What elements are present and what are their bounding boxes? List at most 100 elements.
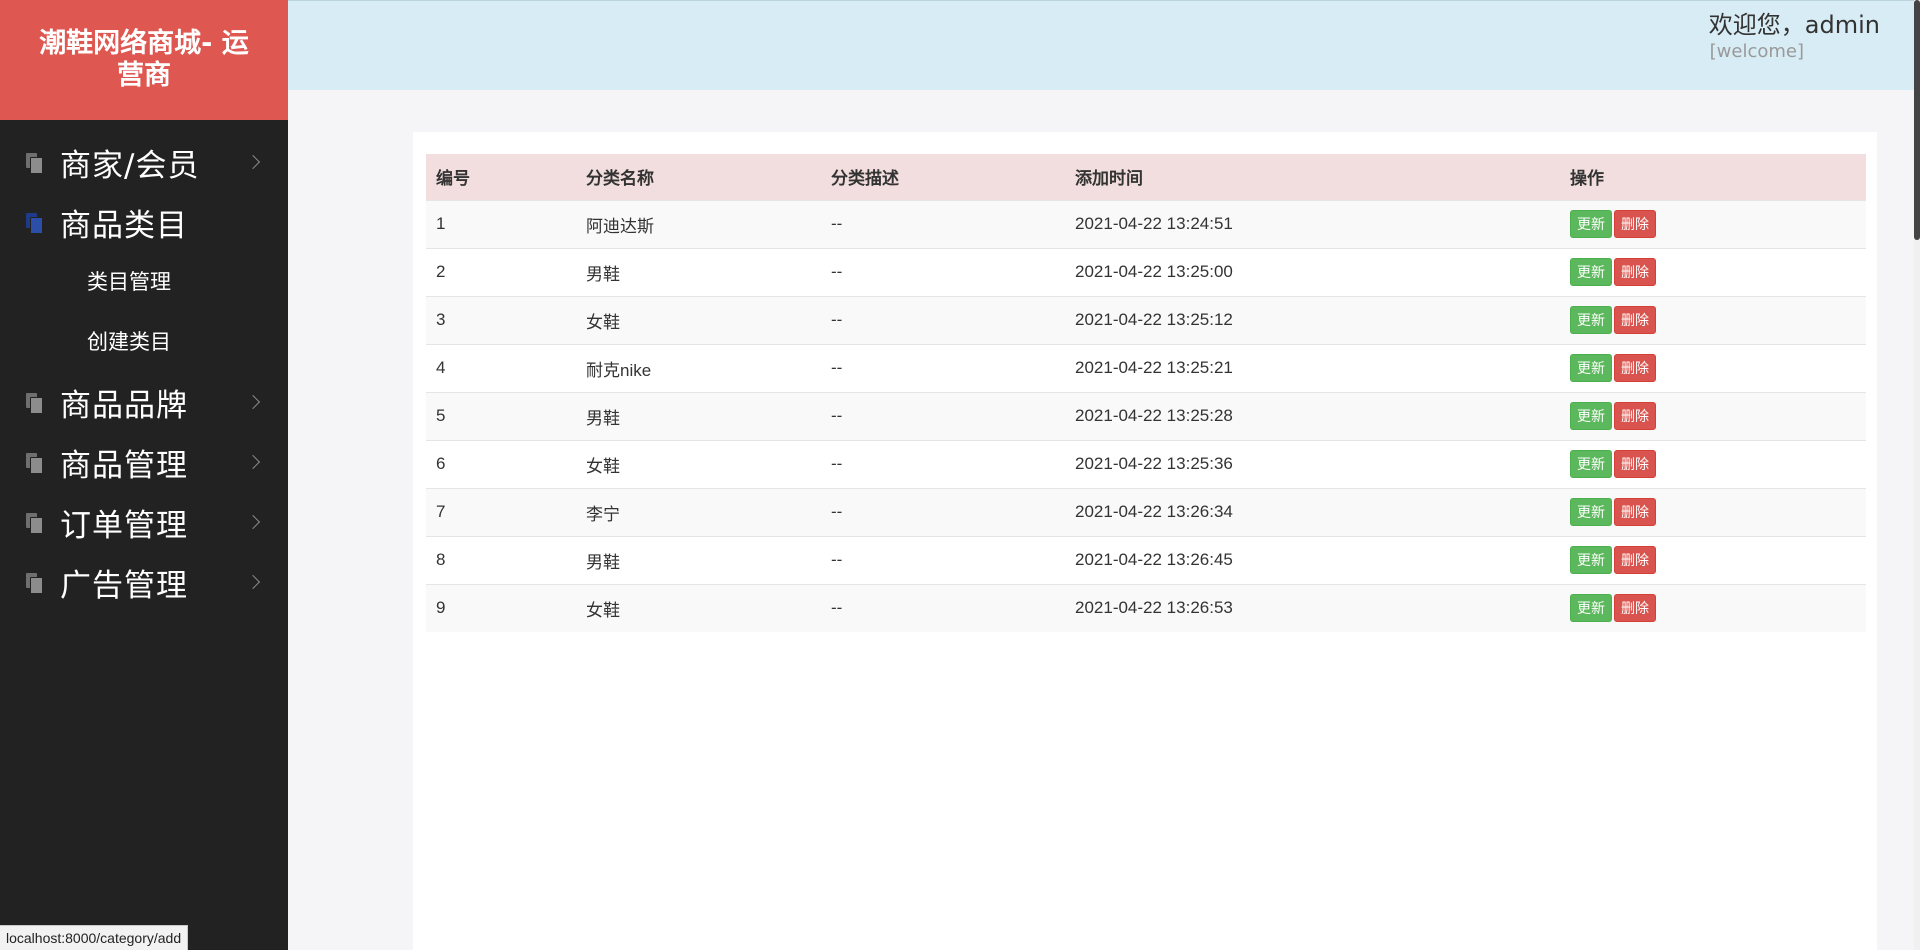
cell-desc: --: [831, 454, 843, 473]
sidebar-item-label: 商品类目: [60, 207, 188, 244]
sidebar-item-category[interactable]: 商品类目: [0, 192, 288, 252]
cell-actions: 更新 删除: [1560, 584, 1866, 632]
delete-button[interactable]: 删除: [1614, 306, 1656, 334]
copy-icon: [24, 451, 44, 474]
cell-id: 6: [436, 454, 446, 473]
update-button[interactable]: 更新: [1570, 594, 1612, 623]
copy-icon: [24, 511, 44, 534]
update-button[interactable]: 更新: [1570, 402, 1612, 430]
cell-id: 2: [436, 262, 446, 281]
column-header-name: 分类名称: [586, 169, 654, 189]
update-button[interactable]: 更新: [1570, 354, 1612, 382]
chevron-right-icon: [245, 514, 261, 530]
sidebar-item-brand[interactable]: 商品品牌: [0, 372, 288, 432]
copy-icon: [24, 151, 44, 174]
sidebar-item-label: 订单管理: [60, 507, 188, 544]
update-button[interactable]: 更新: [1570, 258, 1612, 286]
delete-button[interactable]: 删除: [1614, 546, 1656, 574]
cell-desc: --: [831, 214, 843, 233]
update-button[interactable]: 更新: [1570, 306, 1612, 334]
cell-desc: --: [831, 310, 843, 329]
chevron-right-icon: [245, 154, 261, 170]
top-header: 欢迎您，admin [welcome]: [288, 0, 1920, 90]
delete-button[interactable]: 删除: [1614, 258, 1656, 286]
sidebar-item-label: 商家/会员: [60, 147, 200, 184]
cell-time: 2021-04-22 13:25:36: [1075, 454, 1233, 473]
delete-button[interactable]: 删除: [1614, 210, 1656, 238]
status-bar-url: localhost:8000/category/add: [0, 925, 189, 950]
cell-actions: 更新 删除: [1560, 488, 1866, 536]
cell-actions: 更新 删除: [1560, 200, 1866, 248]
sidebar-item-ads[interactable]: 广告管理: [0, 552, 288, 612]
sidebar-subitem-category-manage[interactable]: 类目管理: [0, 252, 288, 312]
cell-desc: --: [831, 598, 843, 618]
category-table: 编号 分类名称 分类描述 添加时间 操作 1 阿迪达斯 -- 2021-04-22 1…: [426, 154, 1866, 632]
brand-title[interactable]: 潮鞋网络商城- 运营商: [0, 0, 288, 120]
copy-icon: [24, 391, 44, 414]
cell-id: 8: [436, 550, 446, 569]
table-row: 6 女鞋 -- 2021-04-22 13:25:36 更新 删除: [426, 440, 1866, 488]
cell-id: 7: [436, 502, 446, 521]
cell-id: 3: [436, 310, 446, 329]
column-header-id: 编号: [436, 169, 470, 189]
cell-actions: 更新 删除: [1560, 296, 1866, 344]
cell-id: 4: [436, 358, 446, 377]
delete-button[interactable]: 删除: [1614, 402, 1656, 430]
chevron-right-icon: [245, 394, 261, 410]
cell-time: 2021-04-22 13:26:34: [1075, 502, 1233, 521]
welcome-link[interactable]: [welcome]: [1710, 41, 1804, 62]
scrollbar-thumb[interactable]: [1914, 0, 1920, 240]
sidebar-item-orders[interactable]: 订单管理: [0, 492, 288, 552]
sidebar-item-goods[interactable]: 商品管理: [0, 432, 288, 492]
scrollbar[interactable]: [1914, 0, 1920, 950]
cell-time: 2021-04-22 13:26:53: [1075, 598, 1233, 618]
cell-name: 李宁: [586, 504, 620, 524]
delete-button[interactable]: 删除: [1614, 354, 1656, 382]
sidebar: 潮鞋网络商城- 运营商 商家/会员 商品类目 类目管理 创建类目 商品品牌 商品…: [0, 0, 288, 950]
cell-actions: 更新 删除: [1560, 440, 1866, 488]
update-button[interactable]: 更新: [1570, 546, 1612, 574]
cell-name: 男鞋: [586, 408, 620, 428]
copy-icon: [24, 211, 44, 234]
cell-id: 9: [436, 598, 446, 618]
table-header-row: 编号 分类名称 分类描述 添加时间 操作: [426, 154, 1866, 200]
delete-button[interactable]: 删除: [1614, 594, 1656, 623]
table-row: 2 男鞋 -- 2021-04-22 13:25:00 更新 删除: [426, 248, 1866, 296]
copy-icon: [24, 571, 44, 594]
table-row: 4 耐克nike -- 2021-04-22 13:25:21 更新 删除: [426, 344, 1866, 392]
cell-time: 2021-04-22 13:25:12: [1075, 310, 1233, 329]
cell-desc: --: [831, 550, 843, 569]
table-row: 9 女鞋 -- 2021-04-22 13:26:53 更新 删除: [426, 584, 1866, 632]
cell-name: 耐克nike: [586, 360, 652, 380]
cell-actions: 更新 删除: [1560, 344, 1866, 392]
cell-name: 男鞋: [586, 552, 620, 572]
update-button[interactable]: 更新: [1570, 498, 1612, 526]
cell-time: 2021-04-22 13:26:45: [1075, 550, 1233, 569]
chevron-right-icon: [245, 454, 261, 470]
update-button[interactable]: 更新: [1570, 450, 1612, 478]
sidebar-item-label: 广告管理: [60, 567, 188, 604]
cell-name: 阿迪达斯: [586, 216, 654, 236]
column-header-time: 添加时间: [1075, 169, 1143, 189]
cell-time: 2021-04-22 13:24:51: [1075, 214, 1233, 233]
table-row: 7 李宁 -- 2021-04-22 13:26:34 更新 删除: [426, 488, 1866, 536]
cell-desc: --: [831, 262, 843, 281]
delete-button[interactable]: 删除: [1614, 498, 1656, 526]
cell-desc: --: [831, 406, 843, 425]
cell-name: 男鞋: [586, 264, 620, 284]
cell-name: 女鞋: [586, 456, 620, 476]
cell-id: 5: [436, 406, 446, 425]
table-row: 1 阿迪达斯 -- 2021-04-22 13:24:51 更新 删除: [426, 200, 1866, 248]
cell-name: 女鞋: [586, 600, 620, 620]
sidebar-subitem-category-create[interactable]: 创建类目: [0, 312, 288, 372]
cell-id: 1: [436, 214, 446, 233]
table-row: 3 女鞋 -- 2021-04-22 13:25:12 更新 删除: [426, 296, 1866, 344]
cell-time: 2021-04-22 13:25:21: [1075, 358, 1233, 377]
sidebar-item-merchant-member[interactable]: 商家/会员: [0, 132, 288, 192]
column-header-actions: 操作: [1570, 169, 1604, 189]
cell-name: 女鞋: [586, 312, 620, 332]
update-button[interactable]: 更新: [1570, 210, 1612, 238]
welcome-text: 欢迎您，admin: [1708, 11, 1880, 39]
cell-time: 2021-04-22 13:25:28: [1075, 406, 1233, 425]
delete-button[interactable]: 删除: [1614, 450, 1656, 478]
